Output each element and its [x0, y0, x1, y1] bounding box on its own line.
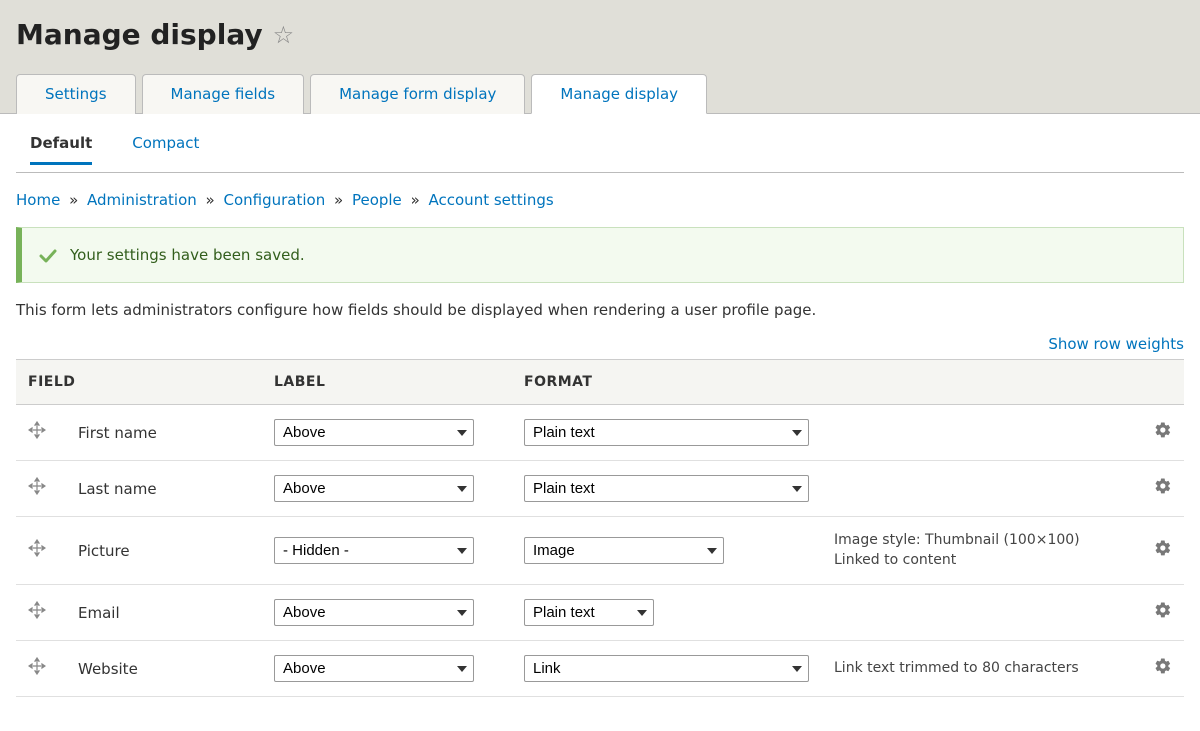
subtab-default[interactable]: Default: [30, 134, 92, 165]
settings-summary: Link text trimmed to 80 characters: [834, 659, 1130, 679]
gear-icon[interactable]: [1154, 658, 1172, 680]
field-name: Picture: [66, 517, 262, 585]
label-select[interactable]: Above: [274, 419, 474, 446]
gear-icon[interactable]: [1154, 422, 1172, 444]
label-select[interactable]: Above: [274, 475, 474, 502]
breadcrumb-separator: »: [406, 191, 425, 209]
format-select[interactable]: Image: [524, 537, 724, 564]
tab-settings[interactable]: Settings: [16, 74, 136, 114]
table-row: Picture - Hidden - Image Image style: Thumb…: [16, 517, 1184, 585]
label-select[interactable]: Above: [274, 599, 474, 626]
gear-icon[interactable]: [1154, 478, 1172, 500]
gear-icon[interactable]: [1154, 602, 1172, 624]
primary-tabs: SettingsManage fieldsManage form display…: [16, 73, 1184, 113]
format-select[interactable]: Plain text: [524, 599, 654, 626]
page-title-text: Manage display: [16, 18, 263, 51]
subtab-compact[interactable]: Compact: [132, 134, 199, 164]
tab-manage-form-display[interactable]: Manage form display: [310, 74, 525, 114]
drag-handle-icon[interactable]: [28, 479, 54, 500]
label-select[interactable]: Above: [274, 655, 474, 682]
check-icon: [38, 246, 58, 270]
field-name: Last name: [66, 461, 262, 517]
page-title: Manage display ☆: [16, 18, 1184, 51]
breadcrumb-link[interactable]: Administration: [87, 191, 197, 209]
tab-manage-display[interactable]: Manage display: [531, 74, 707, 114]
star-icon[interactable]: ☆: [273, 21, 295, 49]
field-name: Email: [66, 585, 262, 641]
table-row: Email Above Plain text: [16, 585, 1184, 641]
row-weights-toggle: Show row weights: [16, 335, 1184, 353]
drag-handle-icon[interactable]: [28, 659, 54, 680]
label-select[interactable]: - Hidden -: [274, 537, 474, 564]
secondary-tabs: Default Compact: [16, 114, 1184, 173]
tab-manage-fields[interactable]: Manage fields: [142, 74, 305, 114]
th-field: Field: [16, 360, 262, 405]
status-message-text: Your settings have been saved.: [70, 246, 305, 264]
table-row: Website Above Link Link text trimmed to 80 …: [16, 641, 1184, 697]
th-ops: [1142, 360, 1184, 405]
drag-handle-icon[interactable]: [28, 423, 54, 444]
fields-table: Field Label Format First name Above Plain …: [16, 359, 1184, 697]
field-name: First name: [66, 405, 262, 461]
table-row: Last name Above Plain text: [16, 461, 1184, 517]
form-description: This form lets administrators configure …: [16, 301, 1184, 319]
format-select[interactable]: Plain text: [524, 419, 809, 446]
breadcrumb-link[interactable]: Account settings: [429, 191, 554, 209]
breadcrumb: Home » Administration » Configuration » …: [16, 191, 1184, 209]
format-select[interactable]: Plain text: [524, 475, 809, 502]
show-row-weights-link[interactable]: Show row weights: [1048, 335, 1184, 353]
th-format: Format: [512, 360, 822, 405]
breadcrumb-separator: »: [64, 191, 83, 209]
th-summary: [822, 360, 1142, 405]
gear-icon[interactable]: [1154, 540, 1172, 562]
breadcrumb-link[interactable]: Home: [16, 191, 60, 209]
table-row: First name Above Plain text: [16, 405, 1184, 461]
settings-summary: Image style: Thumbnail (100×100)Linked t…: [834, 531, 1130, 570]
drag-handle-icon[interactable]: [28, 541, 54, 562]
breadcrumb-separator: »: [201, 191, 220, 209]
breadcrumb-link[interactable]: People: [352, 191, 402, 209]
breadcrumb-separator: »: [329, 191, 348, 209]
breadcrumb-link[interactable]: Configuration: [224, 191, 326, 209]
th-label: Label: [262, 360, 512, 405]
status-message: Your settings have been saved.: [16, 227, 1184, 283]
format-select[interactable]: Link: [524, 655, 809, 682]
field-name: Website: [66, 641, 262, 697]
drag-handle-icon[interactable]: [28, 603, 54, 624]
